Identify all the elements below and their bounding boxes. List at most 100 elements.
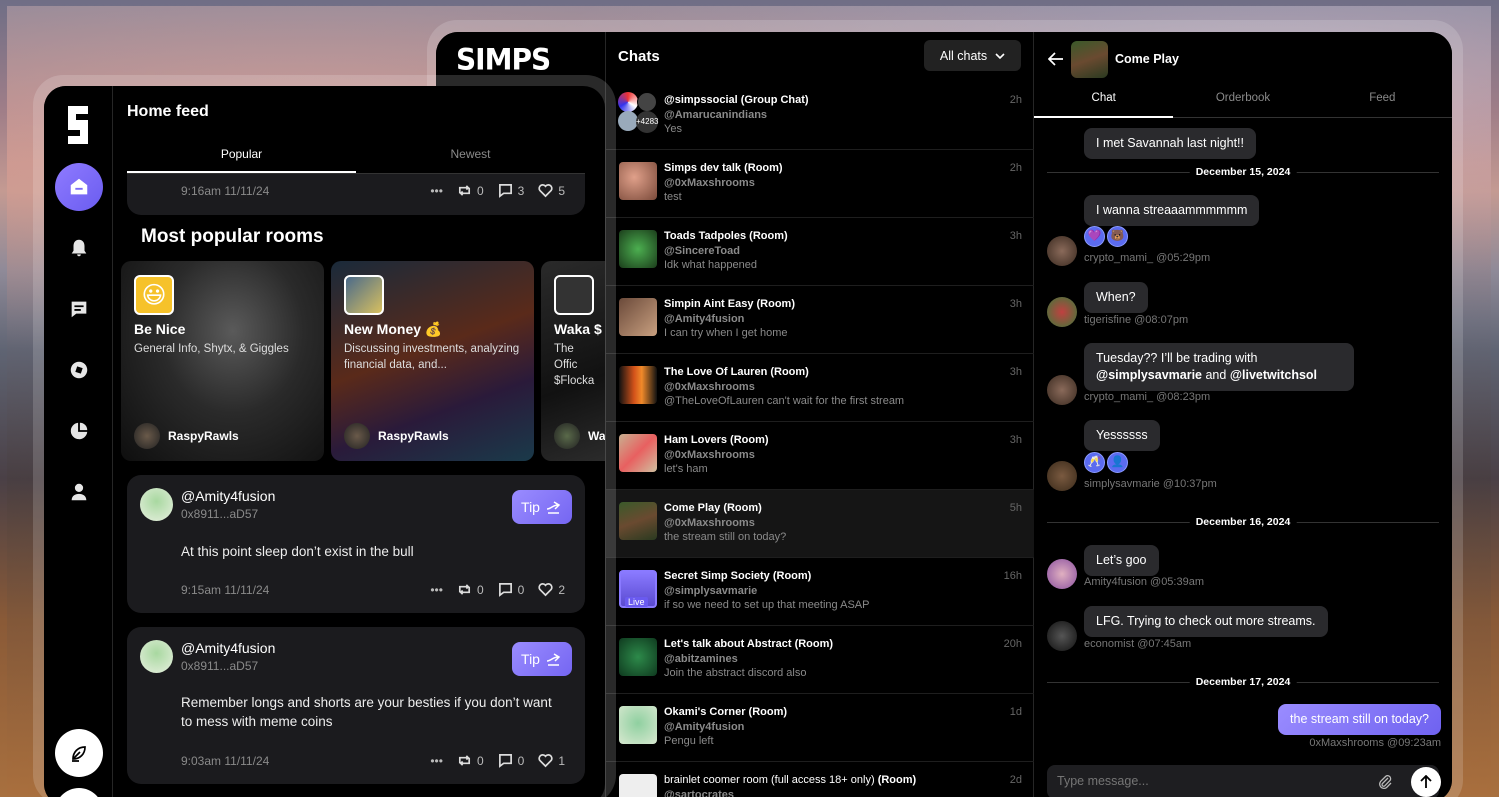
user-icon	[71, 483, 87, 501]
chat-title: @simpssocial (Group Chat)	[664, 94, 809, 106]
room-card-be-nice[interactable]: 😃 Be Nice General Info, Shytx, & Giggles…	[121, 261, 324, 461]
chat-list-panel: Chats All chats +4283 @simpssocial (Grou…	[606, 32, 1034, 797]
chat-row-simps-dev-talk[interactable]: Simps dev talk (Room) @0xMaxshrooms test…	[606, 150, 1034, 218]
tip-button[interactable]: Tip	[512, 642, 572, 676]
room-owner: RaspyRawls	[344, 423, 449, 449]
room-owner: RaspyRawls	[134, 423, 239, 449]
room-card-waka[interactable]: Waka $ The Offic $Flocka Wa	[541, 261, 605, 461]
message-bubble: LFG. Trying to check out more streams.	[1084, 606, 1328, 637]
room-avatar	[1071, 41, 1108, 78]
repost-button[interactable]: 0	[457, 753, 484, 768]
nav-notifications[interactable]	[55, 224, 103, 272]
nav-messages[interactable]	[55, 285, 103, 333]
tab-orderbook[interactable]: Orderbook	[1173, 92, 1312, 118]
chat-row-ham-lovers[interactable]: Ham Lovers (Room) @0xMaxshrooms let's ha…	[606, 422, 1034, 490]
like-button[interactable]: 1	[538, 753, 565, 768]
chat-row-brainlet-coomer[interactable]: brainlet coomer room (full access 18+ on…	[606, 762, 1034, 797]
chat-row-love-of-lauren[interactable]: The Love Of Lauren (Room) @0xMaxshrooms …	[606, 354, 1034, 422]
tab-feed[interactable]: Feed	[1313, 92, 1452, 118]
message-bubble: Tuesday?? I’ll be trading with @simplysav…	[1084, 343, 1354, 391]
more-button[interactable]: •••	[430, 583, 443, 597]
repost-button[interactable]: 0	[457, 582, 484, 597]
heart-icon	[538, 184, 553, 198]
back-arrow-icon[interactable]	[1048, 52, 1064, 66]
chat-subtitle: @Amity4fusion	[664, 721, 745, 733]
tab-newest[interactable]: Newest	[356, 144, 585, 173]
chat-last-message: let's ham	[664, 463, 708, 475]
chat-subtitle: @0xMaxshrooms	[664, 517, 755, 529]
message-reactions: 🥂 👤	[1084, 452, 1128, 473]
chat-row-come-play[interactable]: Come Play (Room) @0xMaxshrooms the strea…	[606, 490, 1034, 558]
chat-time: 3h	[1009, 366, 1022, 378]
room-card-new-money[interactable]: New Money 💰 Discussing investments, anal…	[331, 261, 534, 461]
comment-button[interactable]: 3	[498, 183, 524, 198]
chat-last-message: Yes	[664, 123, 682, 135]
chat-row-okamis-corner[interactable]: Okami's Corner (Room) @Amity4fusion Peng…	[606, 694, 1034, 762]
message-input[interactable]	[1057, 774, 1357, 788]
chat-time: 5h	[1009, 502, 1022, 514]
nav-home[interactable]	[55, 163, 103, 211]
chat-subtitle: @simplysavmarie	[664, 585, 758, 597]
tab-popular[interactable]: Popular	[127, 144, 356, 173]
chat-last-message: the stream still on today?	[664, 531, 787, 543]
chat-row-secret-simp-society[interactable]: Live Secret Simp Society (Room) @simplys…	[606, 558, 1034, 626]
date-separator: December 17, 2024	[1047, 676, 1439, 688]
post-text: Remember longs and shorts are your besti…	[181, 695, 552, 729]
post-author[interactable]: @Amity4fusion 0x8911...aD57	[140, 488, 275, 521]
chat-row-abstract[interactable]: Let's talk about Abstract (Room) @abitza…	[606, 626, 1034, 694]
like-button[interactable]: 2	[538, 582, 565, 597]
nav-profile[interactable]	[55, 468, 103, 516]
date-separator: December 16, 2024	[1047, 516, 1439, 528]
chat-last-message: Join the abstract discord also	[664, 667, 807, 679]
send-button[interactable]	[1411, 767, 1441, 797]
post-card: @Amity4fusion 0x8911...aD57 Tip At this p…	[127, 475, 585, 613]
message-bubble: Let’s goo	[1084, 545, 1159, 576]
home-feed: Home feed Popular Newest 9:16am 11/11/24…	[114, 86, 605, 797]
simps-logo: SIMPS	[456, 42, 551, 77]
chevron-down-icon	[995, 52, 1005, 59]
message-sender: Amity4fusion @05:39am	[1084, 576, 1205, 588]
tip-button[interactable]: Tip	[512, 490, 572, 524]
heart-reaction-icon[interactable]: 💜	[1084, 226, 1105, 247]
chat-filter-label: All chats	[939, 48, 988, 63]
chat-row-simpssocial[interactable]: +4283 @simpssocial (Group Chat) @Amaruca…	[606, 82, 1034, 150]
chat-row-simpin-aint-easy[interactable]: Simpin Aint Easy (Room) @Amity4fusion I …	[606, 286, 1034, 354]
room-name: New Money 💰	[344, 321, 443, 337]
avatar-reaction-icon[interactable]: 👤	[1107, 452, 1128, 473]
chat-title: Secret Simp Society (Room)	[664, 570, 812, 582]
attach-icon[interactable]	[1377, 774, 1393, 790]
like-button[interactable]: 5	[538, 183, 565, 198]
post-time: 9:15am 11/11/24	[181, 583, 270, 597]
comment-icon	[498, 754, 512, 768]
comment-button[interactable]: 0	[498, 753, 524, 768]
chats-title: Chats	[618, 48, 660, 65]
cheers-reaction-icon[interactable]: 🥂	[1084, 452, 1105, 473]
chat-time: 3h	[1009, 230, 1022, 242]
chat-last-message: I can try when I get home	[664, 327, 788, 339]
avatar	[1047, 375, 1077, 405]
chat-row-toads-tadpoles[interactable]: Toads Tadpoles (Room) @SincereToad Idk w…	[606, 218, 1034, 286]
chat-filter-dropdown[interactable]: All chats	[924, 40, 1021, 71]
more-button[interactable]: •••	[430, 184, 443, 198]
tab-chat[interactable]: Chat	[1034, 92, 1174, 118]
chat-title: Ham Lovers (Room)	[664, 434, 769, 446]
nav-portfolio[interactable]	[55, 407, 103, 455]
explore-icon	[70, 361, 88, 379]
message-sender: economist @07:45am	[1084, 638, 1192, 650]
compose-button[interactable]	[55, 729, 103, 777]
message-sender: tigerisfine @08:07pm	[1084, 314, 1189, 326]
nav-explore[interactable]	[55, 346, 103, 394]
more-button[interactable]: •••	[430, 754, 443, 768]
avatar	[140, 640, 173, 673]
post-author[interactable]: @Amity4fusion 0x8911...aD57	[140, 640, 275, 673]
chat-title: Simpin Aint Easy (Room)	[664, 298, 796, 310]
secondary-button[interactable]	[55, 788, 103, 797]
post-actions: ••• 0 0 1	[430, 753, 565, 768]
comment-button[interactable]: 0	[498, 582, 524, 597]
chat-title: The Love Of Lauren (Room)	[664, 366, 809, 378]
avatar-reaction-icon[interactable]: 🐻	[1107, 226, 1128, 247]
repost-button[interactable]: 0	[457, 183, 484, 198]
room-thumbnail	[344, 275, 384, 315]
repost-icon	[458, 584, 470, 595]
room-description: Discussing investments, analyzing financ…	[344, 343, 520, 371]
